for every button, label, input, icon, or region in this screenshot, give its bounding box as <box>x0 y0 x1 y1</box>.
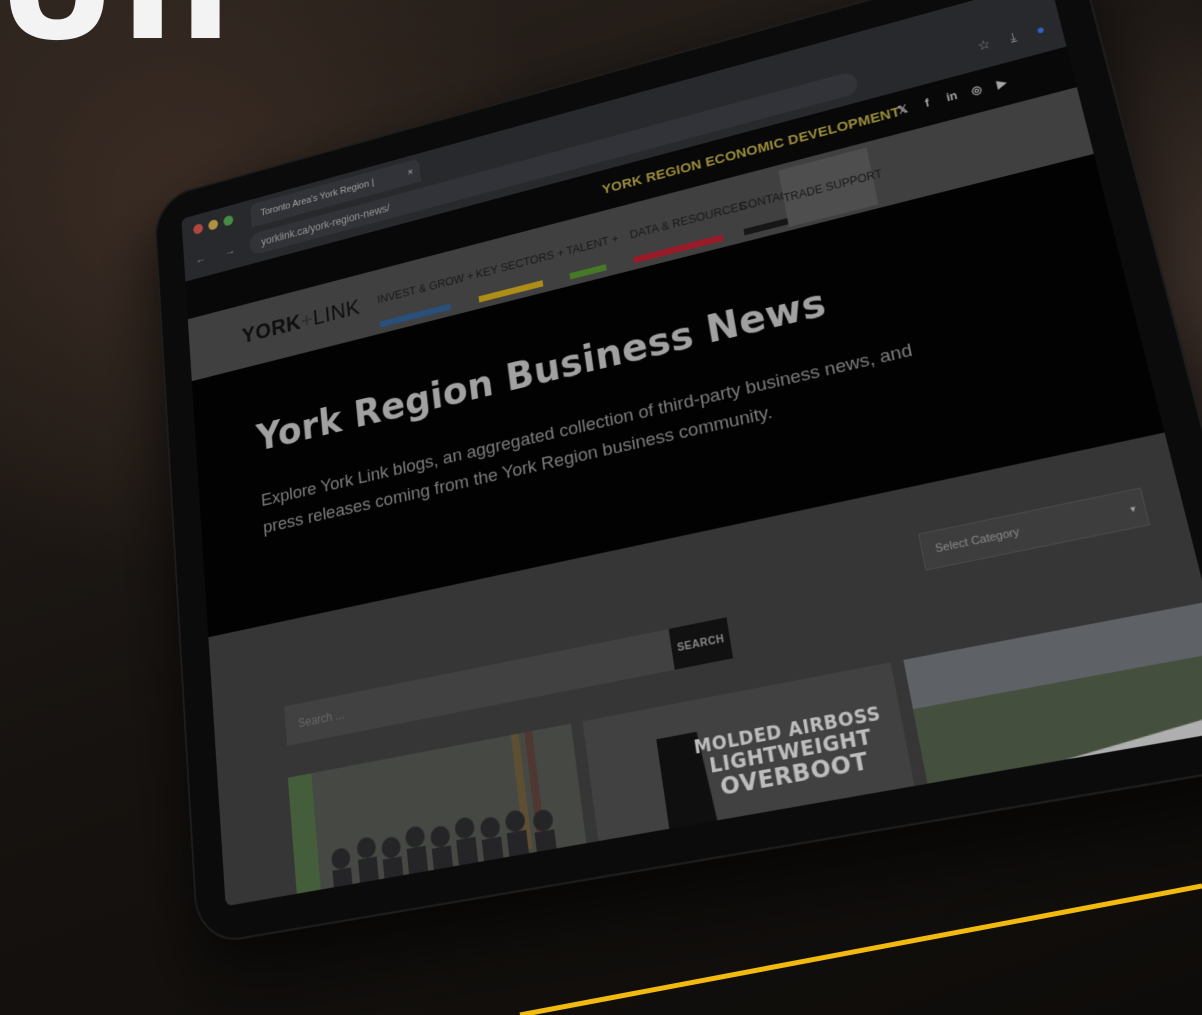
yellow-accent-line <box>519 883 1202 1015</box>
